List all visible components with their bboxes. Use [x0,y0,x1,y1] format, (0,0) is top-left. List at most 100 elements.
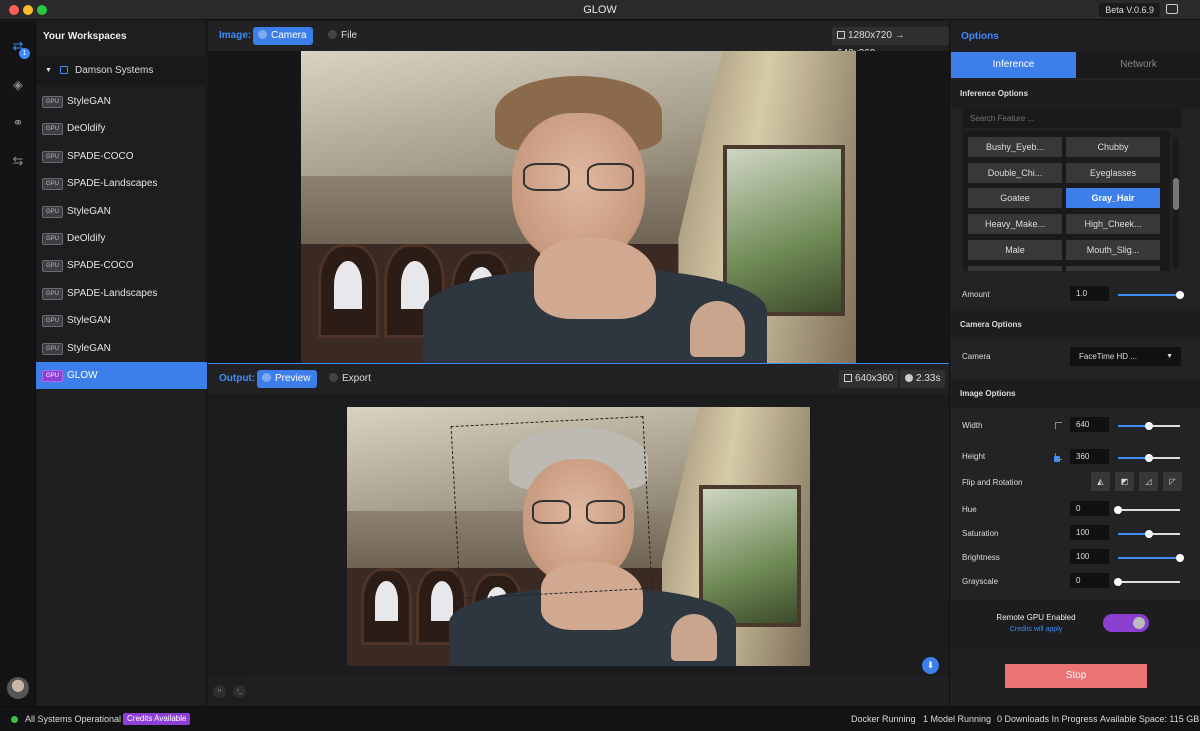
input-label: Image: [219,30,252,41]
workspace-item[interactable]: GPU DeOldify [36,115,207,142]
brightness-label: Brightness [962,553,1000,562]
output-resolution: 640x360 [839,370,899,388]
toggle-knob [1133,617,1145,629]
workspace-group[interactable]: ▼ Damson Systems [36,57,207,85]
saturation-label: Saturation [962,529,999,538]
export-button[interactable]: Export [324,370,377,388]
flip-vertical-icon[interactable]: ◩ [1115,472,1134,491]
feature-button[interactable]: Mouth_Slig... [1066,239,1160,260]
flow-icon[interactable]: ⇆ [10,153,26,169]
code-icon[interactable]: ‹› [213,685,226,698]
feature-button[interactable]: Double_Chi... [968,162,1062,183]
sidebar-title: Your Workspaces [43,31,127,42]
feature-button[interactable]: Eyeglasses [1066,162,1160,183]
terminal-icon[interactable]: ›_ [233,685,246,698]
clock-icon [905,374,913,382]
feature-button[interactable]: Male [968,239,1062,260]
inference-time-text: 2.33s [916,373,941,384]
workspace-item[interactable]: GPU SPADE-COCO [36,143,207,170]
amount-input[interactable] [1070,286,1109,301]
input-toolbar: Image: Camera File 1280x720 → 640x360 [208,21,949,59]
tab-inference[interactable]: Inference [951,52,1076,78]
workspace-item-label: DeOldify [67,123,106,135]
rotate-right-icon[interactable]: ◸ [1163,472,1182,491]
input-stage [208,51,949,363]
grayscale-slider[interactable] [1114,578,1180,586]
flip-horizontal-icon[interactable]: ◭ [1091,472,1110,491]
width-input[interactable] [1070,417,1109,432]
workspace-item[interactable]: GPU DeOldify [36,225,207,252]
workspace-item[interactable]: GPU SPADE-COCO [36,252,207,279]
credits-badge[interactable]: Credits Available [123,713,191,725]
version-badge: Beta V.0.6.9 [1099,3,1160,17]
height-input[interactable] [1070,449,1109,464]
height-slider[interactable] [1118,454,1180,462]
file-source-button[interactable]: File [323,27,363,45]
scrollbar-thumb[interactable] [1173,178,1179,210]
workspace-item[interactable]: GPU StyleGAN [36,88,207,115]
camera-options-header: Camera Options [951,311,1200,339]
feature-button-partial[interactable] [1066,265,1160,271]
chat-icon[interactable] [1166,4,1178,14]
hue-slider[interactable] [1114,506,1180,514]
layers-icon[interactable]: ◈ [10,77,26,93]
camera-label: Camera [962,352,991,361]
feature-scrollbar[interactable] [1173,137,1179,269]
brightness-input[interactable] [1070,549,1109,564]
feature-button[interactable]: Bushy_Eyeb... [968,137,1062,157]
brightness-slider[interactable] [1118,554,1184,562]
remote-gpu-toggle[interactable] [1103,614,1149,632]
options-title: Options [961,31,999,42]
avatar[interactable] [7,677,29,699]
workspace-item[interactable]: GPU StyleGAN [36,335,207,362]
gpu-badge: GPU [42,260,63,273]
workspace-item-label: StyleGAN [67,205,111,217]
resize-icon [837,31,845,39]
options-scroll-area[interactable]: Inference Options Bushy_Eyeb...ChubbyDou… [951,78,1200,600]
hue-input[interactable] [1070,501,1109,516]
file-source-label: File [341,30,358,41]
remote-gpu-subtitle[interactable]: Credits will apply [951,626,1121,633]
inference-options-header: Inference Options [951,80,1200,108]
systems-status: All Systems Operational [25,714,122,724]
workspace-item[interactable]: GPU StyleGAN [36,198,207,225]
amount-label: Amount [962,290,990,299]
feature-button-partial[interactable] [968,265,1062,271]
feature-button[interactable]: Chubby [1066,137,1160,157]
workspaces-sidebar: Your Workspaces ▼ Damson Systems GPU Styl… [36,21,207,706]
download-icon [329,373,338,382]
download-button[interactable]: ⬇ [922,657,939,674]
stop-button[interactable]: Stop [1005,664,1147,688]
console-toolbar: ‹› ›_ [208,676,250,706]
caret-down-icon[interactable]: ▼ [45,67,52,74]
amount-slider[interactable] [1118,291,1184,299]
workspace-item-label: SPADE-Landscapes [67,178,158,190]
workspace-list: GPU StyleGAN GPU DeOldify GPU SPADE-COCO GPU SP… [36,88,207,390]
workspace-item[interactable]: GPU GLOW [36,361,207,390]
workspace-item[interactable]: GPU SPADE-Landscapes [36,170,207,197]
link-icon[interactable]: ⚭ [10,115,26,131]
remote-gpu-title: Remote GPU Enabled [996,613,1076,622]
preview-button[interactable]: Preview [257,370,317,388]
gpu-badge: GPU [42,205,63,218]
rotate-left-icon[interactable]: ◿ [1139,472,1158,491]
feature-search-input[interactable] [963,108,1181,128]
export-label: Export [342,373,371,384]
saturation-slider[interactable] [1118,530,1180,538]
feature-button[interactable]: Heavy_Make... [968,214,1062,235]
feature-button[interactable]: Goatee [968,188,1062,209]
output-toolbar: Output: Preview Export 640x360 2.33s [208,364,949,394]
camera-source-button[interactable]: Camera [253,27,313,45]
workspace-item[interactable]: GPU SPADE-Landscapes [36,280,207,307]
grayscale-input[interactable] [1070,573,1109,588]
notification-badge: 1 [19,48,30,59]
feature-button[interactable]: High_Cheek... [1066,214,1160,235]
tab-network[interactable]: Network [1076,52,1200,78]
workspace-item[interactable]: GPU StyleGAN [36,307,207,334]
feature-button[interactable]: Gray_Hair [1066,188,1160,209]
grayscale-label: Grayscale [962,577,999,586]
saturation-input[interactable] [1070,525,1109,540]
inference-time: 2.33s [900,370,946,388]
camera-select[interactable]: FaceTime HD ... ▼ [1070,347,1181,366]
width-slider[interactable] [1118,422,1180,430]
